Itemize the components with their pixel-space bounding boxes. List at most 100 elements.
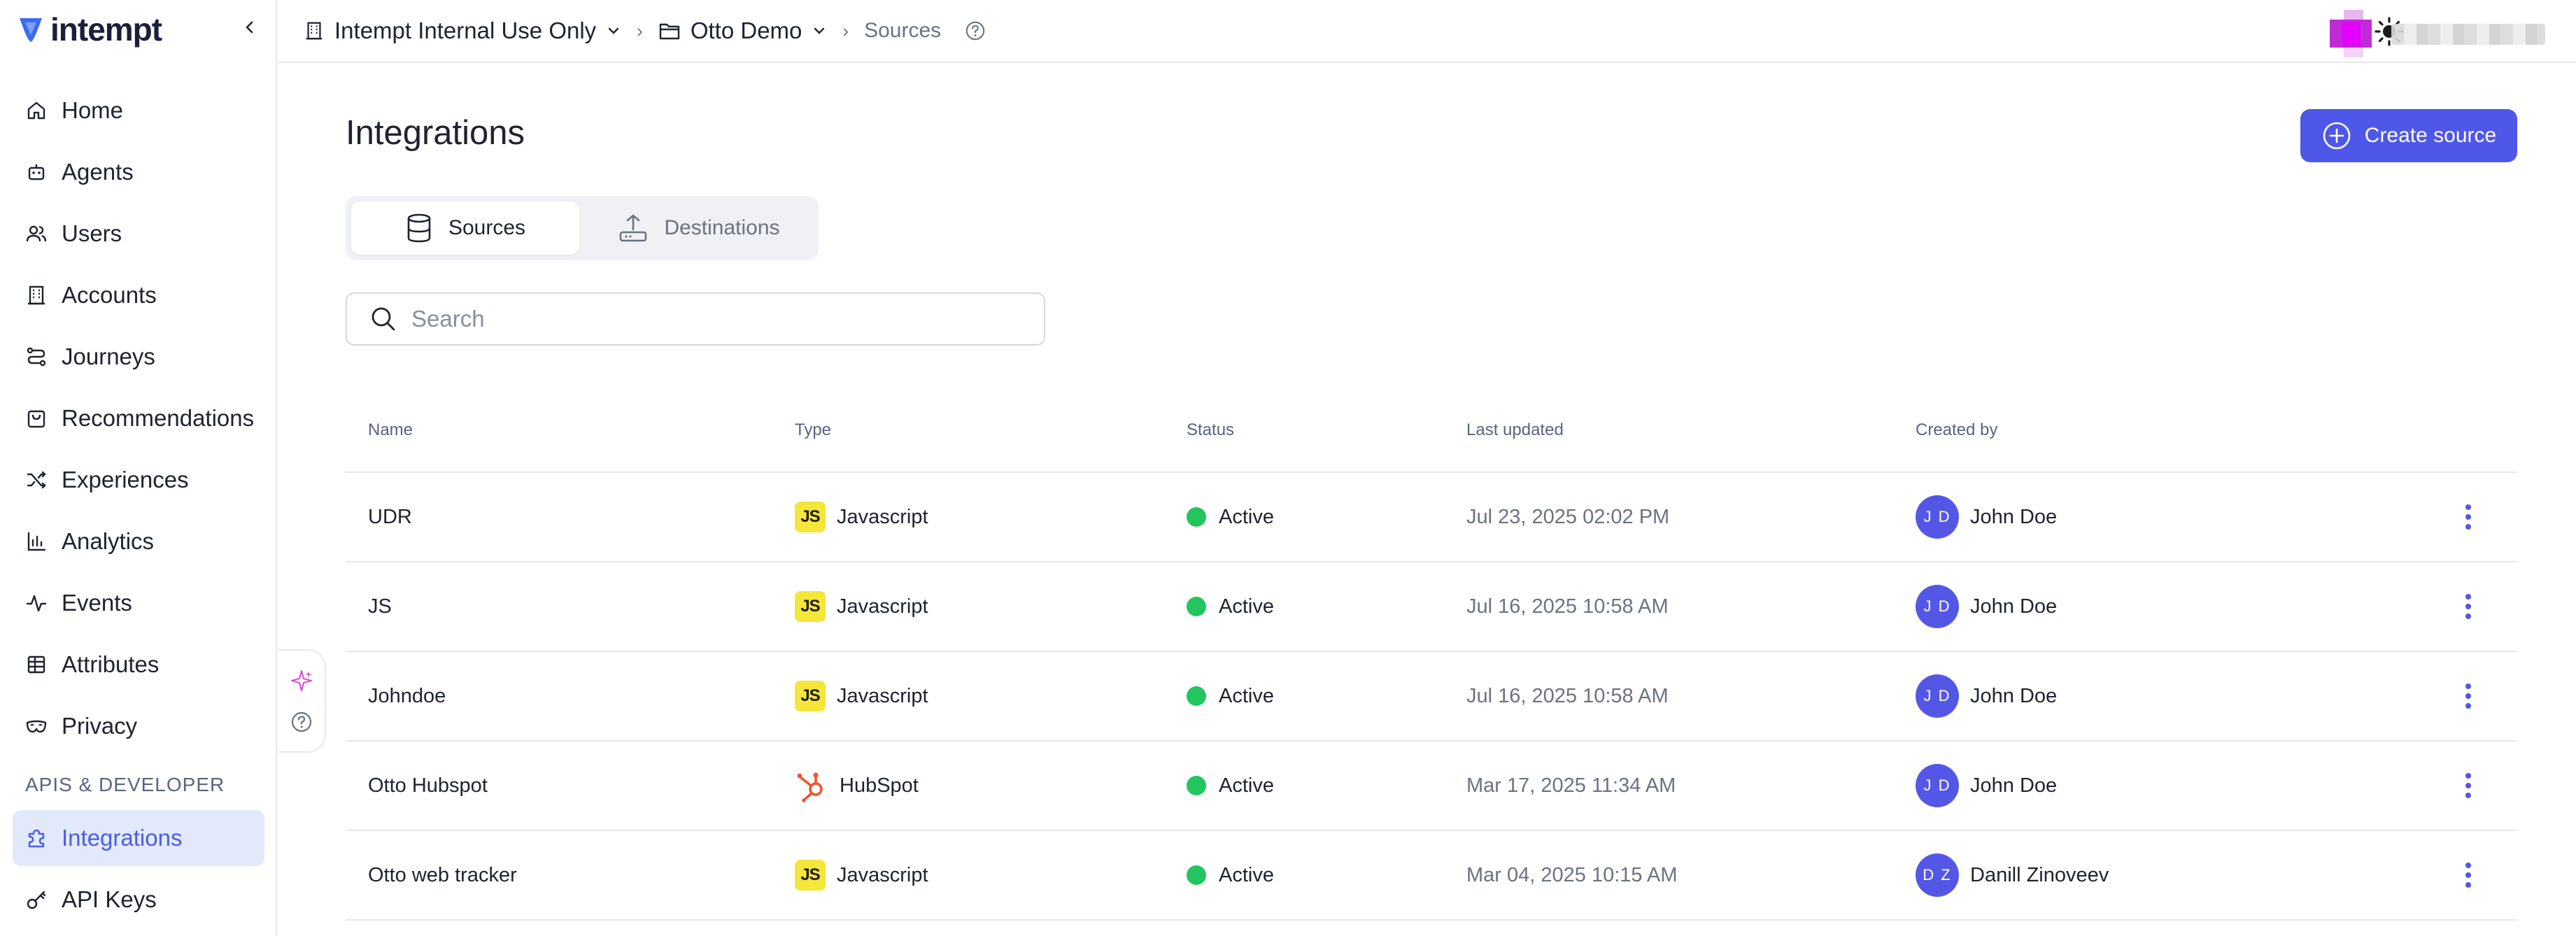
search-input[interactable] (411, 306, 1027, 332)
floating-assistant-toolbar (278, 649, 326, 753)
sidebar-item-label: Recommendations (62, 405, 255, 431)
breadcrumb-project[interactable]: Otto Demo (658, 17, 828, 44)
intempt-logo-icon (20, 18, 42, 42)
users-icon (26, 225, 47, 242)
last-updated: Jul 16, 2025 10:58 AM (1466, 595, 1669, 618)
bag-icon (27, 410, 45, 428)
row-actions-menu-icon[interactable] (2457, 590, 2479, 623)
home-icon (27, 101, 45, 120)
sidebar-item-api-keys[interactable]: API Keys (13, 872, 264, 928)
avatar (2330, 10, 2384, 59)
source-type: HubSpot (795, 769, 1187, 802)
source-name: JS (368, 595, 392, 618)
sidebar-item-agents[interactable]: Agents (13, 144, 264, 200)
help-circle-icon[interactable] (290, 711, 313, 733)
creator-name: John Doe (1970, 505, 2058, 528)
sidebar-item-analytics[interactable]: Analytics (13, 513, 264, 569)
sidebar-item-events[interactable]: Events (13, 575, 264, 631)
column-header-created-by[interactable]: Created by (1916, 420, 2419, 440)
sidebar-item-recommendations[interactable]: Recommendations (13, 390, 264, 446)
sidebar: intempt Home Agents Users Accounts Journ… (0, 0, 277, 936)
database-icon (407, 213, 431, 243)
tab-destinations[interactable]: Destinations (585, 201, 813, 255)
building-icon (306, 22, 323, 40)
help-circle-icon[interactable] (965, 20, 986, 41)
sidebar-item-label: Journeys (62, 343, 155, 369)
table-row[interactable]: Johndoe JS Javascript Active Jul 16, 202… (346, 652, 2517, 742)
logo[interactable]: intempt (15, 11, 162, 48)
search-icon (371, 307, 395, 331)
status-dot-icon (1187, 507, 1206, 527)
column-header-status[interactable]: Status (1187, 420, 1466, 440)
collapse-sidebar-button[interactable] (238, 15, 262, 39)
status-label: Active (1219, 684, 1274, 707)
creator-name: John Doe (1970, 595, 2058, 618)
user-name-redacted (2391, 24, 2545, 45)
row-actions-menu-icon[interactable] (2457, 769, 2479, 802)
folder-icon (659, 23, 680, 40)
javascript-icon: JS (795, 591, 826, 622)
breadcrumb: Intempt Internal Use Only › Otto Demo › … (278, 17, 986, 44)
tab-sources[interactable]: Sources (351, 201, 579, 255)
column-header-type[interactable]: Type (795, 420, 1187, 440)
sidebar-item-label: Experiences (62, 467, 189, 492)
source-name: Otto Hubspot (368, 774, 488, 797)
row-actions-menu-icon[interactable] (2457, 679, 2479, 713)
puzzle-icon (28, 829, 45, 848)
avatar: J D (1916, 764, 1959, 807)
last-updated: Mar 04, 2025 10:15 AM (1466, 863, 1678, 886)
upload-icon (620, 214, 647, 242)
source-destination-tabs: Sources Destinations (346, 196, 819, 260)
sidebar-item-label: Accounts (62, 282, 157, 308)
hubspot-icon (797, 772, 823, 802)
sidebar-item-attributes[interactable]: Attributes (13, 637, 264, 693)
sidebar-item-journeys[interactable]: Journeys (13, 329, 264, 385)
shuffle-icon (27, 471, 46, 489)
breadcrumb-separator: › (637, 20, 643, 41)
create-source-label: Create source (2364, 124, 2497, 147)
created-by: J D John Doe (1916, 674, 2419, 718)
creator-name: John Doe (1970, 774, 2058, 797)
breadcrumb-org[interactable]: Intempt Internal Use Only (304, 17, 621, 44)
avatar: J D (1916, 495, 1959, 539)
source-type-label: HubSpot (840, 774, 919, 797)
creator-name: Danill Zinoveev (1970, 863, 2109, 886)
row-actions-menu-icon[interactable] (2457, 500, 2479, 534)
search-box (346, 292, 1045, 346)
avatar: J D (1916, 674, 1959, 718)
create-source-button[interactable]: Create source (2300, 109, 2517, 162)
column-header-name[interactable]: Name (346, 420, 795, 440)
status-badge: Active (1187, 864, 1466, 887)
sidebar-item-privacy[interactable]: Privacy (13, 698, 264, 754)
sidebar-item-experiences[interactable]: Experiences (13, 452, 264, 508)
sidebar-nav: Home Agents Users Accounts Journeys Reco… (13, 83, 264, 933)
row-actions-menu-icon[interactable] (2457, 858, 2479, 892)
sidebar-item-accounts[interactable]: Accounts (13, 267, 264, 323)
chevron-down-icon (608, 27, 619, 34)
table-row[interactable]: JS JS Javascript Active Jul 16, 2025 10:… (346, 562, 2517, 652)
status-badge: Active (1187, 685, 1466, 708)
sidebar-section-label: APIS & DEVELOPER (25, 774, 225, 795)
tab-label: Sources (448, 216, 526, 239)
sparkles-icon[interactable] (290, 669, 313, 693)
avatar: D Z (1916, 853, 1959, 897)
last-updated: Jul 16, 2025 10:58 AM (1466, 684, 1669, 707)
table-row[interactable]: UDR JS Javascript Active Jul 23, 2025 02… (346, 473, 2517, 562)
last-updated: Mar 17, 2025 11:34 AM (1466, 774, 1676, 797)
column-header-last-updated[interactable]: Last updated (1466, 420, 1916, 440)
status-dot-icon (1187, 597, 1206, 616)
sidebar-item-users[interactable]: Users (13, 206, 264, 262)
status-dot-icon (1187, 776, 1206, 795)
sources-table: Name Type Status Last updated Created by… (346, 389, 2517, 921)
table-row[interactable]: Otto web tracker JS Javascript Active Ma… (346, 831, 2517, 921)
mask-icon (26, 720, 47, 733)
sidebar-item-label: Events (62, 590, 132, 616)
source-name: UDR (368, 505, 412, 528)
sidebar-item-home[interactable]: Home (13, 83, 264, 139)
source-type-label: Javascript (837, 684, 928, 707)
table-row[interactable]: Otto Hubspot HubSpot Active Mar 17, 2025… (346, 742, 2517, 831)
chevron-down-icon (814, 27, 825, 34)
javascript-icon: JS (795, 681, 826, 711)
sidebar-item-integrations[interactable]: Integrations (13, 810, 264, 866)
user-profile-menu[interactable] (2330, 10, 2548, 59)
